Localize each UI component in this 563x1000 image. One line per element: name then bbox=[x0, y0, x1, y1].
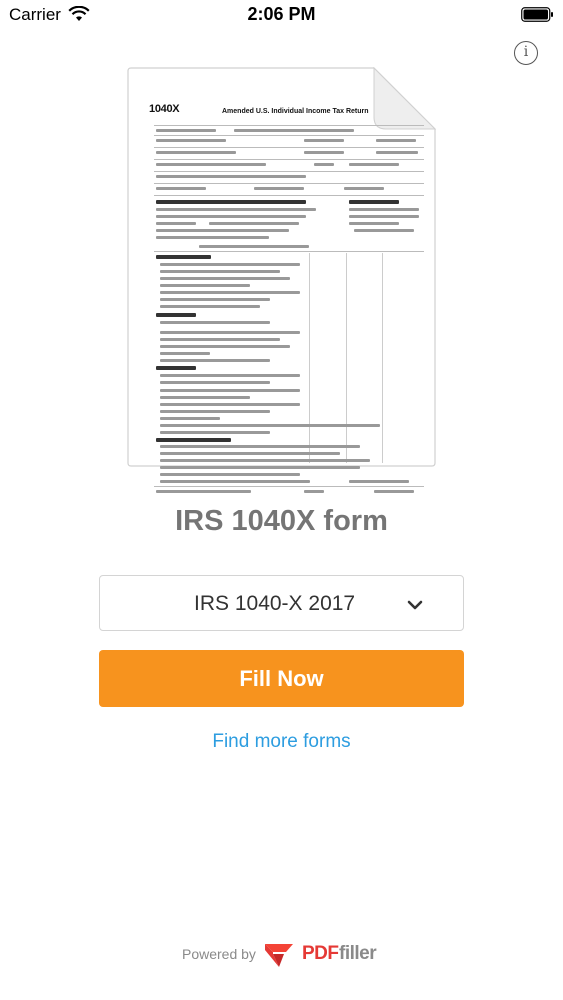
powered-by-footer: Powered by PDF filler bbox=[0, 942, 563, 968]
battery-icon bbox=[521, 7, 553, 22]
pdffiller-logo-icon bbox=[265, 944, 293, 967]
info-icon[interactable]: i bbox=[514, 41, 538, 65]
fill-now-button[interactable]: Fill Now bbox=[99, 650, 464, 707]
brand-pdf: PDF bbox=[302, 943, 339, 964]
brand-filler: filler bbox=[339, 943, 377, 964]
find-more-forms-link[interactable]: Find more forms bbox=[0, 731, 563, 753]
form-name-title: IRS 1040X form bbox=[175, 505, 388, 537]
preview-form-title: Amended U.S. Individual Income Tax Retur… bbox=[222, 108, 369, 115]
selected-version: IRS 1040-X 2017 bbox=[194, 592, 356, 615]
status-time: 2:06 PM bbox=[247, 4, 316, 24]
form-preview[interactable]: 1040X Amended U.S. Individual Income Tax… bbox=[127, 67, 436, 493]
form-version-select[interactable]: IRS 1040-X 2017 bbox=[99, 575, 464, 631]
status-bar: Carrier 2:06 PM bbox=[0, 0, 563, 32]
form-content bbox=[154, 125, 426, 507]
powered-by-label: Powered by bbox=[182, 946, 256, 962]
preview-form-number: 1040X bbox=[149, 103, 180, 115]
chevron-down-icon bbox=[407, 600, 423, 610]
